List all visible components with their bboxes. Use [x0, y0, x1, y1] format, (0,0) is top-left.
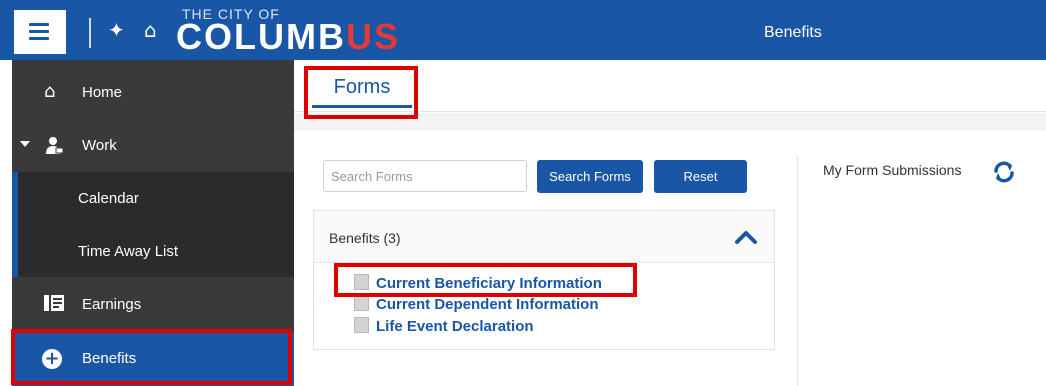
plus-circle-icon: +: [42, 349, 62, 369]
hamburger-icon: [29, 23, 49, 40]
earnings-icon: [44, 294, 64, 314]
pin-icon[interactable]: ✦: [108, 20, 125, 40]
sidebar-item-calendar[interactable]: Calendar: [18, 172, 294, 224]
panel-header[interactable]: Benefits (3): [314, 211, 774, 263]
sidebar-item-label: Calendar: [78, 190, 139, 207]
section-band: [294, 113, 1046, 131]
panel-title: Benefits (3): [329, 230, 401, 246]
sidebar-item-label: Earnings: [82, 296, 142, 313]
home-icon[interactable]: ⌂: [144, 20, 157, 40]
document-icon: [354, 317, 369, 333]
tab-bar: Forms: [294, 60, 1046, 112]
column-divider: [797, 156, 798, 386]
chevron-up-icon[interactable]: [735, 229, 757, 245]
sidebar-item-label: Home: [82, 84, 123, 101]
sidebar-nav: ⌂ Home Work Calendar Time Away List Earn…: [12, 60, 294, 386]
sidebar-item-home[interactable]: ⌂ Home: [12, 66, 294, 119]
home-icon: ⌂: [44, 81, 56, 102]
form-link-current-beneficiary[interactable]: Current Beneficiary Information: [354, 274, 602, 294]
logo-wordmark: COLUMBUS: [176, 16, 400, 57]
sidebar-item-label: Work: [82, 137, 117, 154]
menu-toggle-button[interactable]: [14, 10, 66, 54]
user-work-icon: [44, 135, 64, 155]
sidebar-item-benefits[interactable]: + Benefits: [12, 332, 294, 386]
app-header: ✦ ⌂ THE CITY OF COLUMBUS Benefits: [0, 0, 1046, 60]
sidebar-item-time-away-list[interactable]: Time Away List: [18, 225, 294, 277]
chevron-down-icon: [20, 141, 30, 147]
reset-button[interactable]: Reset: [654, 160, 747, 193]
work-submenu: Calendar Time Away List: [12, 172, 294, 277]
refresh-icon[interactable]: [992, 160, 1016, 184]
document-icon: [354, 295, 369, 311]
page-title: Benefits: [764, 24, 822, 41]
my-form-submissions-heading: My Form Submissions: [823, 162, 962, 178]
sidebar-item-work[interactable]: Work: [12, 119, 294, 172]
document-icon: [354, 274, 369, 290]
sidebar-item-label: Benefits: [82, 350, 137, 367]
sidebar-item-earnings[interactable]: Earnings: [12, 278, 294, 331]
form-link-current-dependent[interactable]: Current Dependent Information: [354, 295, 599, 315]
tab-forms[interactable]: Forms: [312, 68, 412, 108]
search-forms-input[interactable]: [323, 160, 527, 192]
forms-category-panel: Benefits (3) Current Beneficiary Informa…: [313, 210, 775, 350]
search-forms-button[interactable]: Search Forms: [537, 160, 643, 193]
sidebar-item-label: Time Away List: [78, 243, 179, 260]
header-divider: [89, 18, 91, 48]
form-link-life-event[interactable]: Life Event Declaration: [354, 317, 534, 337]
